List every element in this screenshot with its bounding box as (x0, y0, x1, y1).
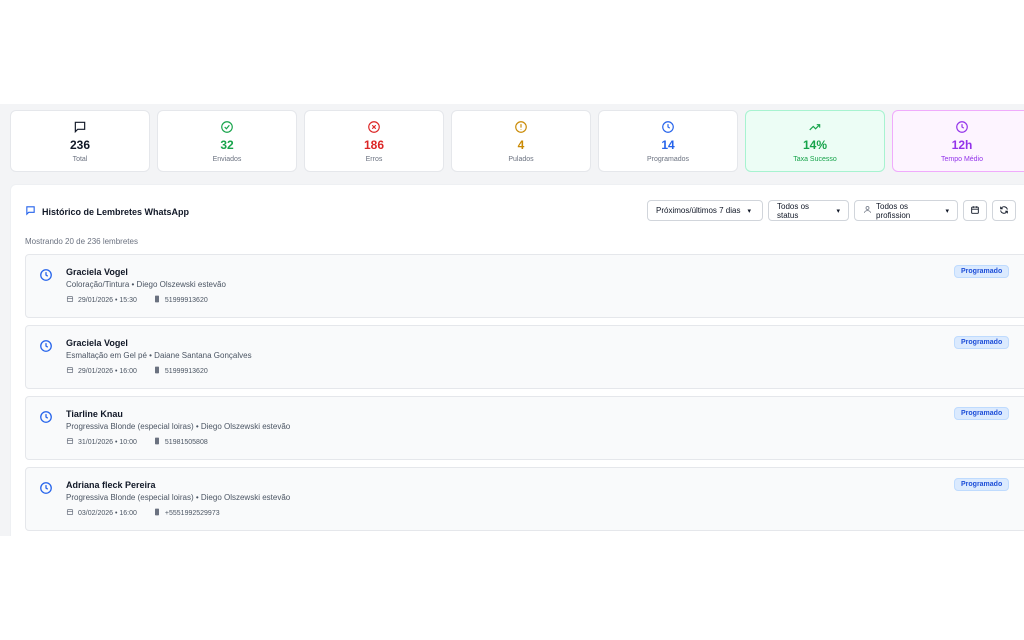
service-professional: Esmaltação em Gel pé • Daiane Santana Go… (66, 351, 252, 360)
clock-icon (954, 119, 970, 135)
stat-label: Total (72, 155, 88, 163)
phone-icon (153, 366, 161, 376)
stat-errors: 186 Erros (304, 110, 444, 172)
stat-label: Erros (365, 155, 383, 163)
clock-icon (660, 119, 676, 135)
calendar-icon (66, 295, 74, 305)
reminders-list: Graciela Vogel Coloração/Tintura • Diego… (25, 254, 1024, 536)
stat-label: Taxa Sucesso (793, 155, 837, 163)
stat-label: Pulados (508, 155, 534, 163)
reminder-phone: 51981505808 (164, 438, 208, 446)
clock-icon (39, 268, 53, 282)
status-badge: Programado (954, 407, 1010, 420)
list-item[interactable]: Graciela Vogel Coloração/Tintura • Diego… (25, 254, 1024, 318)
stat-label: Programados (646, 155, 690, 163)
list-item[interactable]: Graciela Vogel Esmaltação em Gel pé • Da… (25, 325, 1024, 389)
professional-select[interactable]: Todos os profission ▾ (854, 200, 958, 221)
client-name: Graciela Vogel (66, 338, 128, 348)
page: 236 Total 32 Enviados 186 Erros 4 Pulado… (0, 0, 1024, 640)
status-badge: Programado (954, 478, 1010, 491)
calendar-icon (66, 508, 74, 518)
stat-value: 12h (951, 137, 973, 152)
client-name: Adriana fleck Pereira (66, 480, 156, 490)
service-professional: Progressiva Blonde (especial loiras) • D… (66, 493, 291, 502)
chevron-down-icon: ▾ (747, 207, 751, 215)
calendar-button[interactable] (963, 200, 987, 221)
reminder-meta: 31/01/2026 • 10:00 51981505808 (66, 437, 208, 447)
refresh-button[interactable] (992, 200, 1016, 221)
message-icon (25, 205, 36, 218)
stat-avg-time: 12h Tempo Médio (892, 110, 1024, 172)
stat-value: 14% (802, 137, 828, 152)
chevron-down-icon: ▾ (836, 207, 840, 215)
client-name: Graciela Vogel (66, 267, 128, 277)
filters-bar: Próximos/últimos 7 dias ▾ Todos os statu… (647, 200, 1016, 221)
status-select-value: Todos os status (777, 201, 810, 220)
status-select[interactable]: Todos os status ▾ (768, 200, 849, 221)
stats-row: 236 Total 32 Enviados 186 Erros 4 Pulado… (10, 110, 1024, 172)
list-item[interactable]: Tiarline Knau Progressiva Blonde (especi… (25, 396, 1024, 460)
stat-value: 4 (517, 137, 525, 152)
service-professional: Progressiva Blonde (especial loiras) • D… (66, 422, 291, 431)
reminder-phone: +5551992529973 (164, 509, 220, 517)
stat-scheduled: 14 Programados (598, 110, 738, 172)
stat-label: Tempo Médio (940, 155, 984, 163)
calendar-icon (970, 202, 980, 220)
stat-value: 236 (69, 137, 91, 152)
reminder-meta: 03/02/2026 • 16:00 +5551992529973 (66, 508, 220, 518)
clock-icon (39, 481, 53, 495)
clock-icon (39, 410, 53, 424)
reminder-datetime: 29/01/2026 • 16:00 (78, 367, 137, 375)
dashboard-panel: 236 Total 32 Enviados 186 Erros 4 Pulado… (0, 104, 1024, 536)
stat-skipped: 4 Pulados (451, 110, 591, 172)
refresh-icon (999, 202, 1009, 220)
history-title-text: Histórico de Lembretes WhatsApp (42, 206, 190, 217)
period-select[interactable]: Próximos/últimos 7 dias ▾ (647, 200, 763, 221)
history-title: Histórico de Lembretes WhatsApp (25, 205, 189, 218)
period-select-value: Próximos/últimos 7 dias (656, 206, 741, 215)
professional-select-value: Todos os profission (876, 201, 911, 220)
service-professional: Coloração/Tintura • Diego Olszewski este… (66, 280, 226, 289)
check-circle-icon (219, 119, 235, 135)
x-circle-icon (366, 119, 382, 135)
calendar-icon (66, 437, 74, 447)
status-badge: Programado (954, 336, 1010, 349)
clock-icon (39, 339, 53, 353)
stat-sent: 32 Enviados (157, 110, 297, 172)
stat-value: 32 (220, 137, 234, 152)
reminder-datetime: 29/01/2026 • 15:30 (78, 296, 137, 304)
user-icon (863, 205, 872, 216)
list-item[interactable]: Adriana fleck Pereira Progressiva Blonde… (25, 467, 1024, 531)
stat-value: 186 (363, 137, 385, 152)
chevron-down-icon: ▾ (945, 207, 949, 215)
reminder-datetime: 31/01/2026 • 10:00 (78, 438, 137, 446)
stat-success-rate: 14% Taxa Sucesso (745, 110, 885, 172)
reminder-phone: 51999913620 (164, 367, 208, 375)
alert-circle-icon (513, 119, 529, 135)
client-name: Tiarline Knau (66, 409, 123, 419)
reminder-datetime: 03/02/2026 • 16:00 (78, 509, 137, 517)
stat-value: 14 (661, 137, 675, 152)
reminder-meta: 29/01/2026 • 15:30 51999913620 (66, 295, 208, 305)
reminder-phone: 51999913620 (164, 296, 208, 304)
message-icon (72, 119, 88, 135)
reminder-meta: 29/01/2026 • 16:00 51999913620 (66, 366, 208, 376)
history-card: Histórico de Lembretes WhatsApp Próximos… (10, 184, 1024, 536)
phone-icon (153, 508, 161, 518)
phone-icon (153, 295, 161, 305)
phone-icon (153, 437, 161, 447)
status-badge: Programado (954, 265, 1010, 278)
showing-count: Mostrando 20 de 236 lembretes (25, 237, 138, 246)
calendar-icon (66, 366, 74, 376)
trending-up-icon (807, 119, 823, 135)
stat-total: 236 Total (10, 110, 150, 172)
stat-label: Enviados (212, 155, 242, 163)
